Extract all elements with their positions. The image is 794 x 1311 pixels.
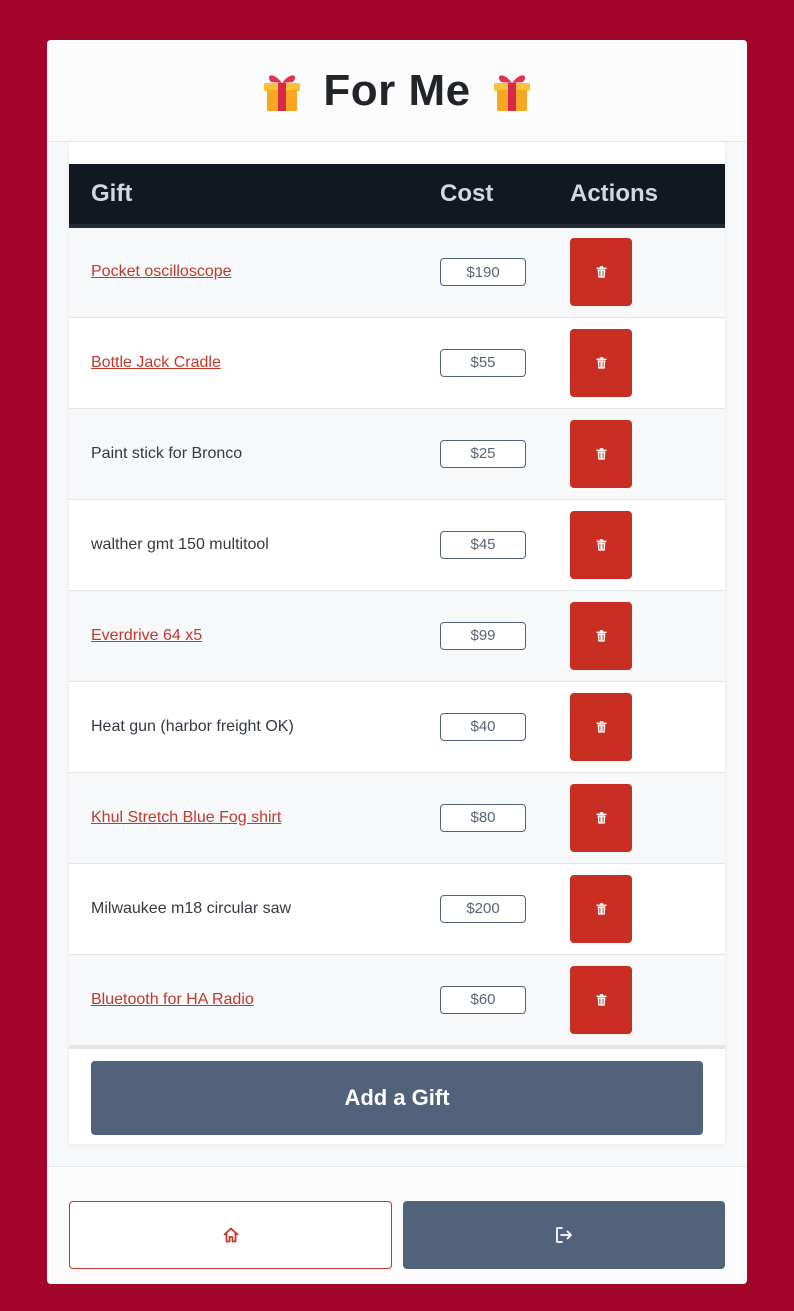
gift-name-cell: Paint stick for Bronco xyxy=(69,408,440,499)
delete-gift-button[interactable] xyxy=(570,419,632,488)
trash-icon xyxy=(596,266,607,278)
table-row: Bottle Jack Cradle $55 xyxy=(69,317,725,408)
logout-icon xyxy=(556,1227,572,1243)
table-row: Milwaukee m18 circular saw $200 xyxy=(69,863,725,954)
column-header-gift: Gift xyxy=(91,180,133,207)
gift-cost-input[interactable]: $190 xyxy=(440,258,526,287)
gift-name-cell: Milwaukee m18 circular saw xyxy=(69,863,440,954)
gift-cost-input[interactable]: $45 xyxy=(440,530,526,559)
gift-cost-input[interactable]: $80 xyxy=(440,803,526,832)
trash-icon xyxy=(596,447,607,460)
gift-actions-cell xyxy=(570,681,725,772)
gift-icon xyxy=(264,74,301,111)
gift-cost-cell: $190 xyxy=(440,226,570,317)
column-header-cost: Cost xyxy=(440,180,494,207)
gift-name-cell: Bottle Jack Cradle xyxy=(69,317,440,408)
gift-actions-cell xyxy=(570,499,725,590)
trash-icon xyxy=(596,538,607,551)
delete-gift-button[interactable] xyxy=(570,601,632,670)
card-footer xyxy=(47,1166,747,1284)
table-row: Pocket oscilloscope $190 xyxy=(69,226,725,317)
gift-table-container: Gift Cost Actions Pocket oscilloscope $19… xyxy=(69,142,725,1144)
gift-cost-input[interactable]: $55 xyxy=(440,348,526,377)
gift-cost-cell: $55 xyxy=(440,317,570,408)
gift-name: Heat gun (harbor freight OK) xyxy=(91,717,294,735)
gift-name-cell: walther gmt 150 multitool xyxy=(69,499,440,590)
table-row: Khul Stretch Blue Fog shirt $80 xyxy=(69,772,725,863)
page-title: For Me xyxy=(323,65,471,115)
gift-actions-cell xyxy=(570,954,725,1045)
gift-cost-cell: $60 xyxy=(440,954,570,1045)
gift-name-cell: Pocket oscilloscope xyxy=(69,226,440,317)
table-row: Paint stick for Bronco $25 xyxy=(69,408,725,499)
delete-gift-button[interactable] xyxy=(570,510,632,579)
gift-name: Milwaukee m18 circular saw xyxy=(91,899,292,917)
gift-actions-cell xyxy=(570,226,725,317)
delete-gift-button[interactable] xyxy=(570,965,632,1034)
gift-cost-input[interactable]: $200 xyxy=(440,894,526,923)
table-row: walther gmt 150 multitool $45 xyxy=(69,499,725,590)
gift-name: Paint stick for Bronco xyxy=(91,444,243,462)
table-row: Everdrive 64 x5 $99 xyxy=(69,590,725,681)
gift-cost-input[interactable]: $99 xyxy=(440,621,526,650)
trash-icon xyxy=(596,720,607,733)
trash-icon xyxy=(596,902,607,915)
trash-icon xyxy=(596,356,607,369)
gift-name-cell: Everdrive 64 x5 xyxy=(69,590,440,681)
gift-link[interactable]: Everdrive 64 x5 xyxy=(91,627,202,644)
home-button[interactable] xyxy=(69,1201,392,1269)
gift-name-cell: Bluetooth for HA Radio xyxy=(69,954,440,1045)
delete-gift-button[interactable] xyxy=(570,692,632,761)
gift-link[interactable]: Bottle Jack Cradle xyxy=(91,354,221,371)
gift-name: walther gmt 150 multitool xyxy=(91,535,269,553)
gift-cost-cell: $99 xyxy=(440,590,570,681)
gift-cost-cell: $200 xyxy=(440,863,570,954)
table-row: Bluetooth for HA Radio $60 xyxy=(69,954,725,1045)
trash-icon xyxy=(596,993,607,1006)
gift-actions-cell xyxy=(570,317,725,408)
card-header: For Me xyxy=(47,40,747,142)
table-row: Heat gun (harbor freight OK) $40 xyxy=(69,681,725,772)
gift-actions-cell xyxy=(570,863,725,954)
gift-actions-cell xyxy=(570,772,725,863)
delete-gift-button[interactable] xyxy=(570,328,632,397)
delete-gift-button[interactable] xyxy=(570,874,632,943)
add-gift-button[interactable]: Add a Gift xyxy=(91,1060,703,1135)
delete-gift-button[interactable] xyxy=(570,783,632,852)
gift-link[interactable]: Bluetooth for HA Radio xyxy=(91,991,254,1008)
table-header-row: Gift Cost Actions xyxy=(69,164,725,226)
gift-cost-input[interactable]: $25 xyxy=(440,439,526,468)
column-header-actions: Actions xyxy=(570,180,659,207)
logout-button[interactable] xyxy=(403,1201,725,1269)
gift-link[interactable]: Pocket oscilloscope xyxy=(91,263,232,280)
gift-cost-input[interactable]: $60 xyxy=(440,985,526,1014)
trash-icon xyxy=(596,629,607,642)
gift-cost-cell: $40 xyxy=(440,681,570,772)
table-footer: Add a Gift xyxy=(69,1045,725,1135)
gift-list-card: For Me Gift Cost Actions Pocket oscillos… xyxy=(47,40,747,1284)
gift-actions-cell xyxy=(570,408,725,499)
gift-link[interactable]: Khul Stretch Blue Fog shirt xyxy=(91,809,281,826)
gift-rows: Pocket oscilloscope $190 Bottle Jack Cradl… xyxy=(69,226,725,1045)
home-icon xyxy=(223,1227,238,1243)
gift-cost-cell: $80 xyxy=(440,772,570,863)
trash-icon xyxy=(596,811,607,824)
gift-icon xyxy=(493,74,530,111)
gift-name-cell: Khul Stretch Blue Fog shirt xyxy=(69,772,440,863)
delete-gift-button[interactable] xyxy=(570,238,632,307)
gift-cost-cell: $25 xyxy=(440,408,570,499)
gift-table: Gift Cost Actions Pocket oscilloscope $19… xyxy=(69,164,725,1046)
gift-cost-input[interactable]: $40 xyxy=(440,712,526,741)
gift-cost-cell: $45 xyxy=(440,499,570,590)
gift-name-cell: Heat gun (harbor freight OK) xyxy=(69,681,440,772)
gift-actions-cell xyxy=(570,590,725,681)
